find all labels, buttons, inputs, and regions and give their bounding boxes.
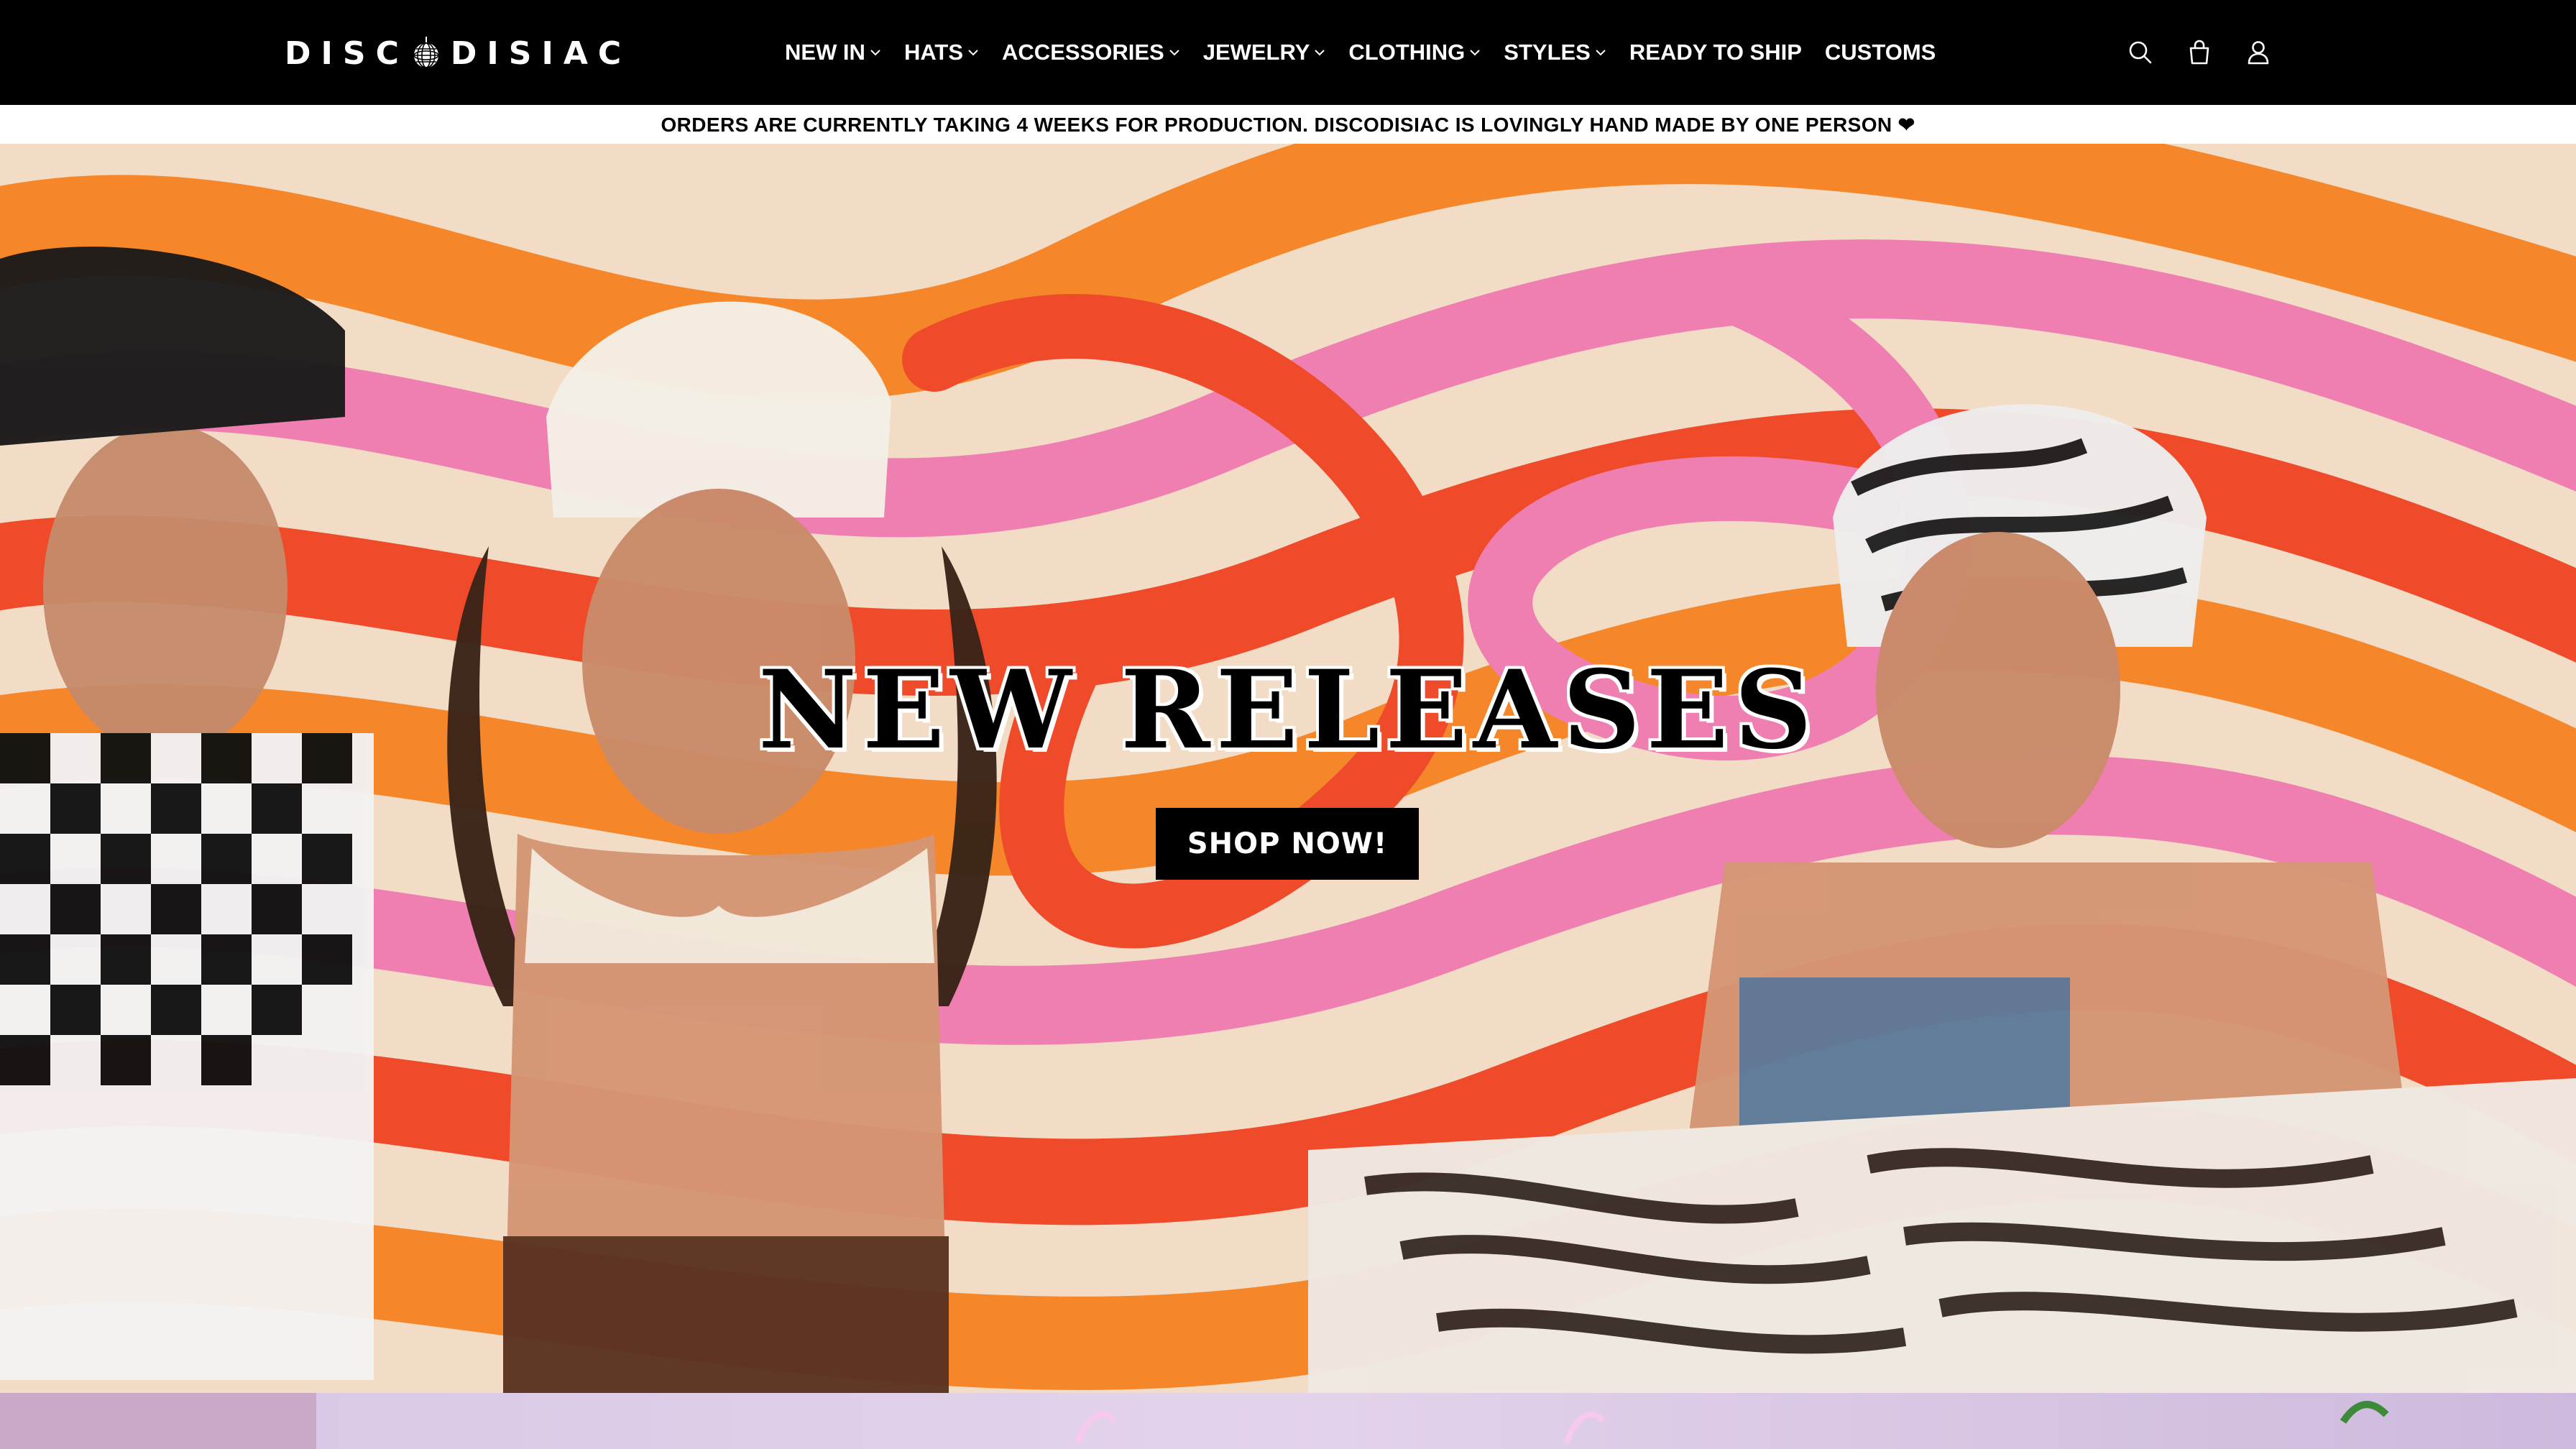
header-actions [2128, 36, 2271, 69]
main-nav: NEW IN HATS ACCESSORIES JEWELRY CLOTHING… [785, 0, 1936, 105]
logo-text-right: DISIAC [450, 34, 632, 72]
hero-title: NEW RELEASES [758, 647, 1818, 773]
nav-item-hats[interactable]: HATS [904, 40, 979, 65]
cart-icon[interactable] [2186, 39, 2212, 66]
chevron-down-icon [1169, 50, 1179, 56]
nav-item-new-in[interactable]: NEW IN [785, 40, 881, 65]
brand-logo[interactable]: DISC DISIAC [285, 29, 631, 78]
model-left [0, 247, 374, 1380]
announcement-bar: ORDERS ARE CURRENTLY TAKING 4 WEEKS FOR … [0, 105, 2576, 144]
account-icon[interactable] [2245, 39, 2271, 66]
site-header: DISC DISIAC NEW IN HATS ACCESSORIES JEWE… [0, 0, 2576, 105]
next-section-decoration [0, 1393, 2389, 1449]
shop-now-button[interactable]: SHOP NOW! [1156, 808, 1419, 880]
nav-item-ready-to-ship[interactable]: READY TO SHIP [1629, 40, 1802, 65]
nav-item-label: CUSTOMS [1824, 40, 1936, 65]
nav-item-styles[interactable]: STYLES [1504, 40, 1606, 65]
next-section-banner [0, 1393, 2576, 1449]
nav-item-label: STYLES [1504, 40, 1591, 65]
announcement-text: ORDERS ARE CURRENTLY TAKING 4 WEEKS FOR … [661, 113, 1915, 136]
hero-banner[interactable]: NEW RELEASES SHOP NOW! [0, 144, 2576, 1393]
disco-ball-icon [413, 37, 439, 68]
nav-item-clothing[interactable]: CLOTHING [1348, 40, 1481, 65]
logo-text-left: DISC [285, 34, 409, 72]
search-icon[interactable] [2128, 39, 2153, 66]
nav-item-label: HATS [903, 40, 964, 65]
nav-item-label: CLOTHING [1348, 40, 1466, 65]
chevron-down-icon [1596, 50, 1606, 56]
chevron-down-icon [870, 50, 880, 56]
nav-item-label: NEW IN [785, 40, 865, 65]
nav-item-accessories[interactable]: ACCESSORIES [1002, 40, 1180, 65]
chevron-down-icon [968, 50, 978, 56]
nav-item-label: READY TO SHIP [1629, 40, 1802, 65]
nav-item-jewelry[interactable]: JEWELRY [1203, 40, 1326, 65]
nav-item-label: JEWELRY [1202, 40, 1310, 65]
nav-item-label: ACCESSORIES [1002, 40, 1164, 65]
chevron-down-icon [1470, 50, 1480, 56]
nav-item-customs[interactable]: CUSTOMS [1825, 40, 1936, 65]
chevron-down-icon [1315, 50, 1325, 56]
